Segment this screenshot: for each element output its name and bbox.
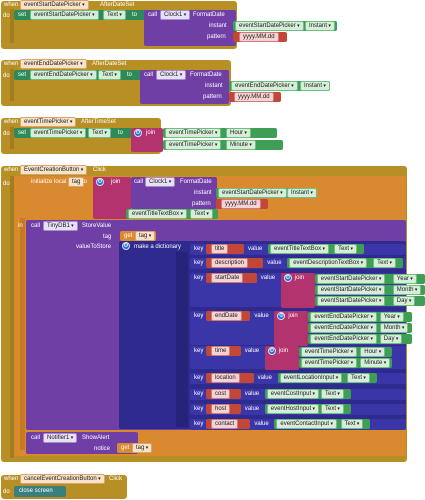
getter-component[interactable]: eventCostInput	[266, 389, 320, 399]
join-label: join	[278, 348, 289, 354]
do-label: do	[3, 13, 10, 19]
getter-property[interactable]: Year	[392, 274, 417, 284]
getter-property[interactable]: Month	[392, 285, 422, 295]
value-label: value	[244, 348, 260, 354]
key-text[interactable]: startDate	[211, 273, 244, 283]
clock-dropdown[interactable]: Clock1	[160, 10, 191, 20]
key-text[interactable]: location	[211, 373, 240, 383]
key-label: key	[194, 348, 204, 354]
getter-component[interactable]: eventTimePicker	[300, 347, 358, 357]
value-label: value	[244, 406, 260, 412]
key-text[interactable]: description	[211, 258, 249, 268]
mutator-gear-icon[interactable]: ⚙	[267, 347, 276, 355]
key-label: key	[194, 260, 204, 266]
getter-component[interactable]: eventTitleTextBox	[270, 244, 330, 254]
key-text[interactable]: title	[211, 244, 229, 254]
getter-property[interactable]: Text	[321, 389, 344, 399]
mutator-gear-icon[interactable]: ⚙	[96, 178, 104, 186]
getter-property[interactable]: Text	[321, 404, 344, 414]
getter-property[interactable]: Text	[334, 244, 358, 254]
set-property-dropdown[interactable]: Text	[103, 10, 126, 20]
key-text[interactable]: host	[211, 404, 231, 414]
event-component-dropdown[interactable]: eventStartDatePicker	[20, 0, 89, 10]
value-label: value	[254, 313, 269, 319]
getter-property[interactable]: Text	[373, 258, 397, 268]
getter-component[interactable]: eventHostInput	[266, 404, 320, 414]
mutator-gear-icon[interactable]: ⚙	[134, 129, 142, 137]
value-label: value	[260, 275, 276, 281]
getter-property[interactable]: Text	[347, 373, 370, 383]
key-text[interactable]: cost	[211, 389, 231, 399]
key-text[interactable]: time	[211, 346, 231, 356]
event-name: AfterDateSet	[100, 2, 135, 8]
mutator-gear-icon[interactable]: ⚙	[122, 242, 130, 250]
key-label: key	[194, 406, 204, 412]
getter-component[interactable]: eventLocationInput	[279, 373, 343, 383]
getter-property[interactable]: Day	[392, 296, 416, 306]
getter-property[interactable]: Day	[379, 334, 403, 344]
key-label: key	[194, 391, 204, 397]
getter-component[interactable]: eventEndDatePicker	[310, 334, 377, 344]
value-label: value	[254, 421, 269, 427]
key-label: key	[194, 246, 204, 252]
when-label: when	[4, 2, 19, 8]
key-text[interactable]: endDate	[211, 311, 242, 321]
value-label: value	[257, 375, 272, 381]
value-label: value	[267, 260, 282, 266]
pattern-text[interactable]: yyyy.MM.dd	[239, 32, 279, 42]
key-label: key	[194, 421, 204, 427]
key-label: key	[194, 375, 204, 381]
join-label: join	[288, 313, 298, 319]
mutator-gear-icon[interactable]: ⚙	[283, 274, 292, 282]
join-label: join	[294, 275, 305, 281]
getter-property[interactable]: Year	[379, 312, 404, 322]
value-label: value	[248, 246, 263, 252]
getter-component[interactable]: eventStartDatePicker	[316, 296, 386, 306]
getter-component[interactable]: eventEndDatePicker	[310, 323, 377, 333]
getter-component[interactable]: eventTimePicker	[300, 358, 358, 368]
key-label: key	[194, 275, 204, 281]
key-text[interactable]: contact	[211, 419, 239, 429]
set-component-dropdown[interactable]: eventStartDatePicker	[30, 10, 99, 20]
getter-component[interactable]: eventEndDatePicker	[310, 312, 377, 322]
getter-component[interactable]: eventDescriptionTextBox	[289, 258, 368, 268]
getter-property[interactable]: Text	[340, 419, 364, 429]
getter-component[interactable]: eventStartDatePicker	[316, 274, 386, 284]
getter-property[interactable]: Month	[379, 323, 409, 333]
getter-property[interactable]: Hour	[360, 347, 386, 357]
value-label: value	[244, 391, 260, 397]
getter-property[interactable]: Minute	[360, 358, 391, 368]
getter-component[interactable]: eventContactInput	[276, 419, 337, 429]
getter-component[interactable]: eventStartDatePicker	[316, 285, 386, 295]
key-label: key	[194, 313, 204, 319]
